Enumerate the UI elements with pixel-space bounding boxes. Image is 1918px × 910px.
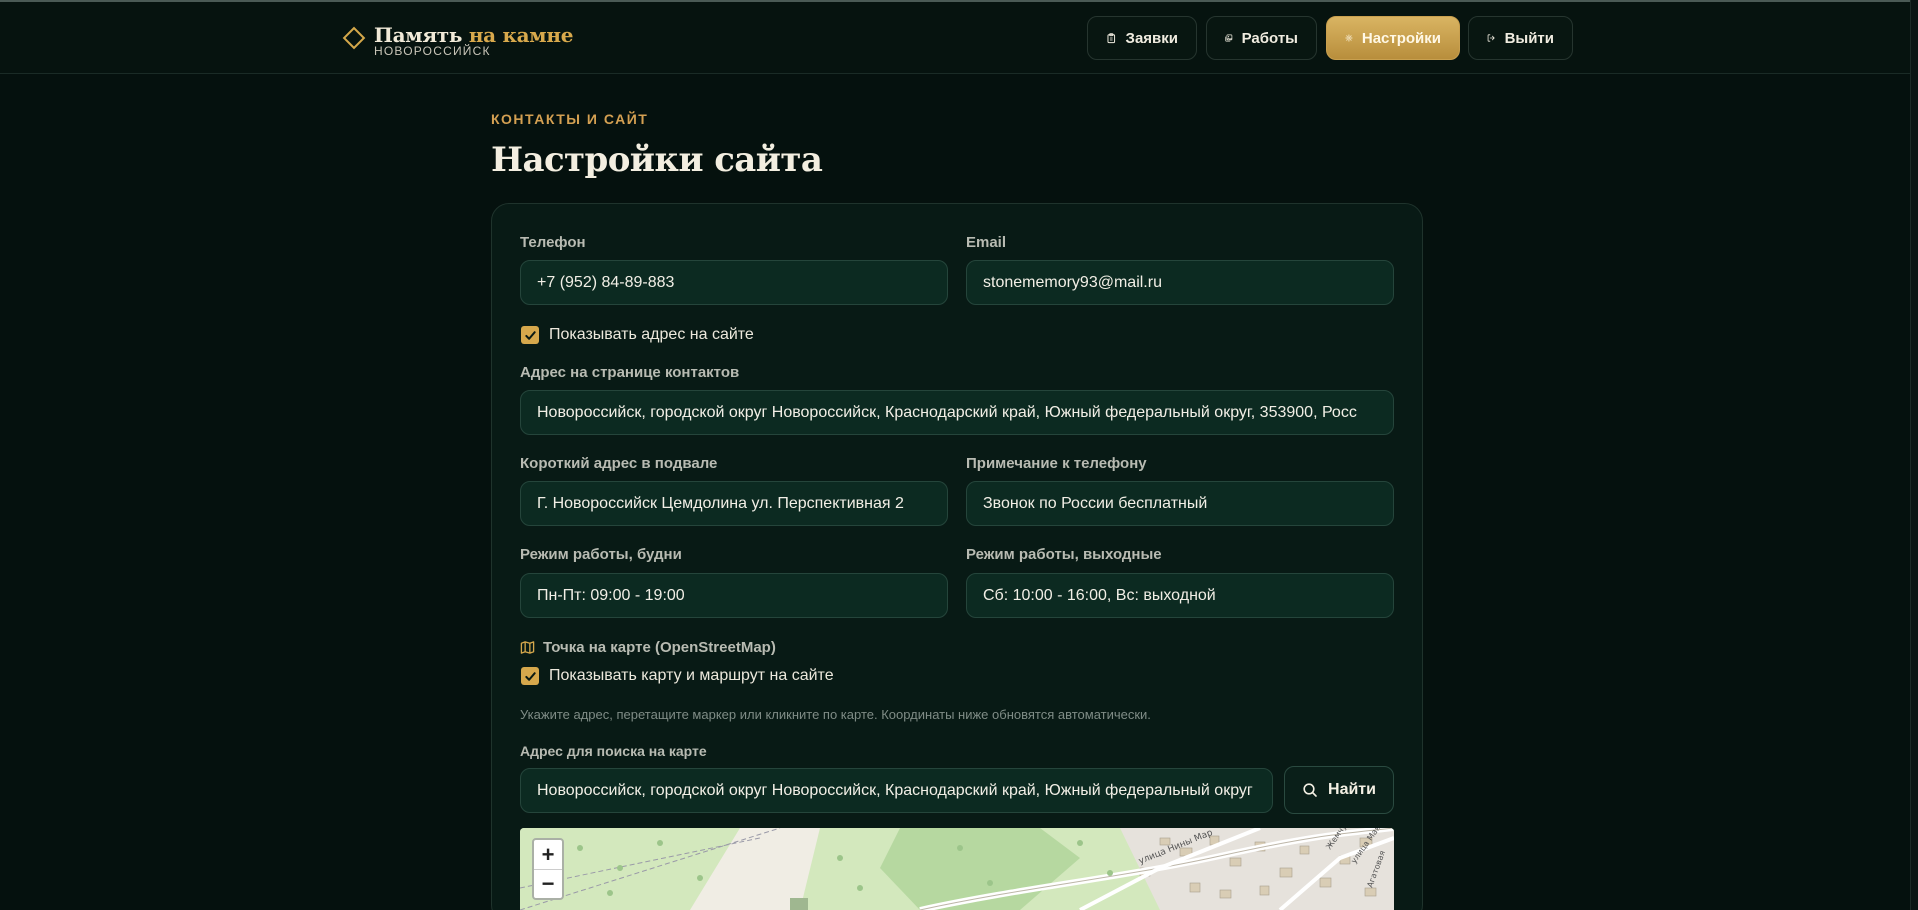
map-section-title: Точка на карте (OpenStreetMap) [520, 639, 776, 656]
phone-note-label: Примечание к телефону [966, 455, 1147, 472]
email-input[interactable]: stonememory93@mail.ru [966, 260, 1394, 305]
diamond-icon [342, 26, 366, 50]
show-address-row[interactable]: Показывать адрес на сайте [521, 326, 754, 344]
show-map-checkbox[interactable] [521, 667, 539, 685]
page-title: Настройки сайта [491, 140, 823, 180]
weekdays-input[interactable]: Пн-Пт: 09:00 - 19:00 [520, 573, 948, 618]
map-zoom-control: + − [532, 838, 564, 900]
map-tiles: улица Нины Мар Жемчужная улица Маяка Ага… [520, 828, 1394, 910]
footer-address-input[interactable]: Г. Новороссийск Цемдолина ул. Перспектив… [520, 481, 948, 526]
nav-works-label: Работы [1241, 29, 1298, 47]
show-map-label: Показывать карту и маршрут на сайте [549, 667, 834, 684]
find-button[interactable]: Найти [1284, 766, 1394, 814]
zoom-out-button[interactable]: − [534, 869, 562, 898]
email-label: Email [966, 234, 1007, 251]
weekdays-label: Режим работы, будни [520, 546, 682, 563]
logout-icon [1487, 34, 1495, 42]
weekend-label: Режим работы, выходные [966, 546, 1162, 563]
map-search-input[interactable]: Новороссийск, городской округ Новороссий… [520, 768, 1273, 813]
nav-requests-label: Заявки [1125, 29, 1178, 47]
site-logo[interactable]: Память на камне НОВОРОССИЙСК [342, 24, 573, 57]
phone-label: Телефон [520, 234, 586, 251]
checkmark-icon [524, 330, 536, 340]
search-icon [1303, 783, 1317, 797]
footer-address-label: Короткий адрес в подвале [520, 455, 718, 472]
show-address-checkbox[interactable] [521, 326, 539, 344]
phone-input[interactable]: +7 (952) 84-89-883 [520, 260, 948, 305]
nav-logout-button[interactable]: Выйти [1468, 16, 1573, 60]
find-button-label: Найти [1328, 781, 1376, 798]
show-map-row[interactable]: Показывать карту и маршрут на сайте [521, 667, 834, 685]
checkmark-icon [524, 671, 536, 681]
logo-title: Память на камне [374, 24, 573, 46]
page-scrollbar[interactable] [1910, 0, 1918, 910]
page-eyebrow: КОНТАКТЫ И САЙТ [491, 111, 649, 127]
osm-map[interactable]: улица Нины Мар Жемчужная улица Маяка Ага… [520, 828, 1394, 910]
clipboard-icon [1107, 33, 1116, 44]
nav-works-button[interactable]: Работы [1206, 16, 1317, 60]
map-search-label: Адрес для поиска на карте [520, 743, 707, 759]
phone-note-input[interactable]: Звонок по России бесплатный [966, 481, 1394, 526]
weekend-input[interactable]: Сб: 10:00 - 16:00, Вс: выходной [966, 573, 1394, 618]
nav-requests-button[interactable]: Заявки [1087, 16, 1197, 60]
gear-icon [1345, 34, 1353, 42]
show-address-label: Показывать адрес на сайте [549, 326, 754, 343]
zoom-in-button[interactable]: + [534, 840, 562, 869]
map-hint: Укажите адрес, перетащите маркер или кли… [520, 707, 1151, 722]
images-icon [1225, 34, 1233, 42]
contact-address-input[interactable]: Новороссийск, городской округ Новороссий… [520, 390, 1394, 435]
map-section-label: Точка на карте (OpenStreetMap) [543, 639, 776, 656]
nav-logout-label: Выйти [1504, 29, 1554, 47]
nav-settings-label: Настройки [1361, 29, 1441, 47]
contact-address-label: Адрес на странице контактов [520, 364, 740, 381]
app-header: Память на камне НОВОРОССИЙСК Заявки Рабо… [0, 2, 1918, 74]
nav-settings-button[interactable]: Настройки [1326, 16, 1460, 60]
map-icon [520, 641, 535, 654]
